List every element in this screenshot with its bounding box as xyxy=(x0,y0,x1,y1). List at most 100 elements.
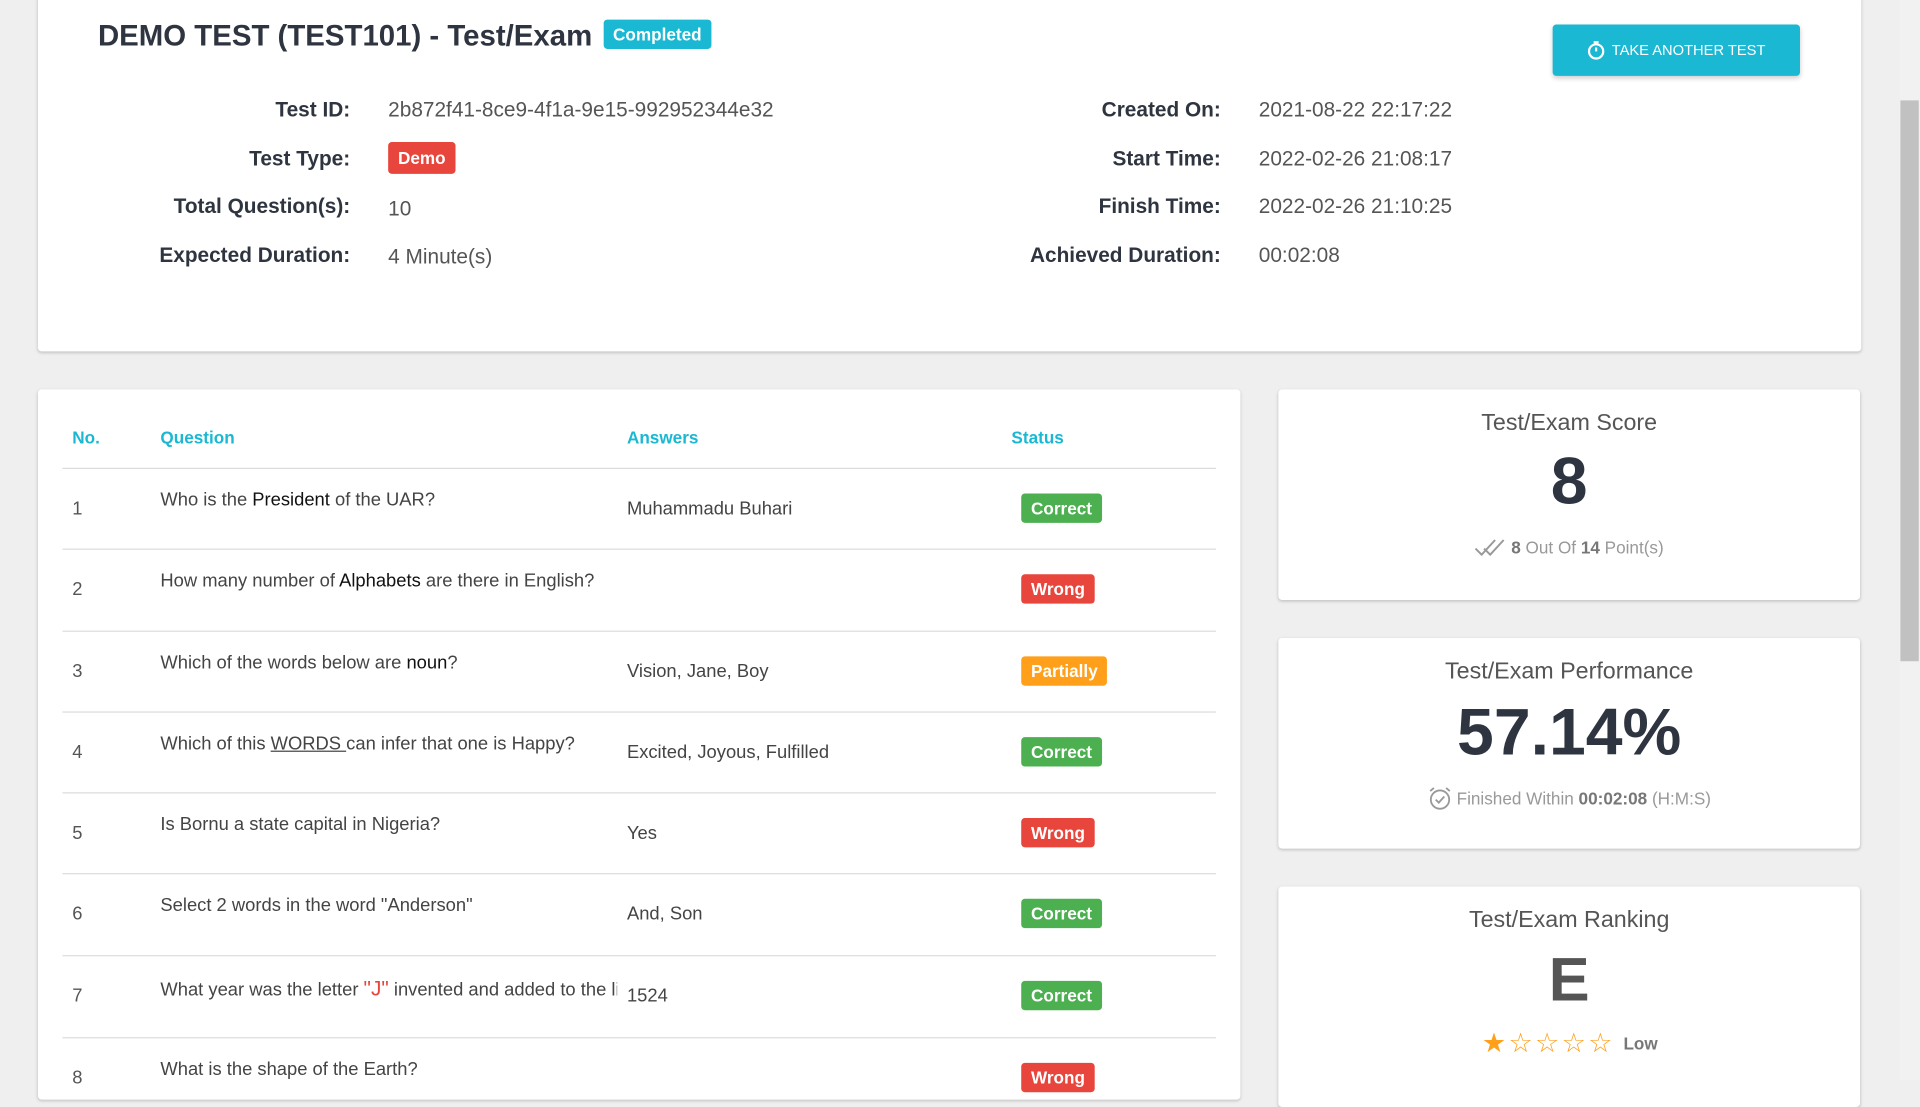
question-number: 1 xyxy=(72,498,83,520)
question-text-part: Who is the xyxy=(160,489,253,511)
test-id-value: 2b872f41-8ce9-4f1a-9e15-992952344e32 xyxy=(388,97,774,122)
status-badge: Completed xyxy=(603,19,712,49)
performance-title: Test/Exam Performance xyxy=(1445,658,1694,685)
column-header-question[interactable]: Question xyxy=(160,427,234,447)
question-text-part: What year was the letter xyxy=(160,979,364,1001)
status-cell: Correct xyxy=(1021,493,1102,523)
answer-text: Excited, Joyous, Fulfilled xyxy=(626,742,830,763)
table-row: 6 Select 2 words in the word "Anderson" … xyxy=(62,873,1216,955)
question-number: 3 xyxy=(72,661,83,683)
score-points: 8 Out Of 14 Point(s) xyxy=(1278,537,1860,558)
question-text-part: can infer that one is Happy? xyxy=(346,733,575,755)
total-questions-label: Total Question(s): xyxy=(173,194,351,218)
column-header-status[interactable]: Status xyxy=(1011,427,1063,447)
question-number: 4 xyxy=(72,742,83,763)
question-highlight: Alphabets xyxy=(339,570,421,592)
answer-text: Muhammadu Buhari xyxy=(626,498,793,520)
finish-time-value: 2022-02-26 21:10:25 xyxy=(1258,194,1453,218)
test-summary-card: DEMO TEST (TEST101) - Test/Exam Complete… xyxy=(37,0,1862,352)
star-empty-icon: ☆ xyxy=(1508,1027,1533,1058)
table-row: 7 What year was the letter "J" invented … xyxy=(62,955,1216,1037)
title-row: DEMO TEST (TEST101) - Test/Exam Complete… xyxy=(97,19,712,54)
ranking-card: Test/Exam Ranking E ★ ☆ ☆ ☆ ☆ Low xyxy=(1278,886,1861,1107)
questions-table-card: No. Question Answers Status 1 Who is the… xyxy=(37,389,1241,1100)
total-questions-value: 10 xyxy=(388,197,412,221)
question-text-part: Which of this xyxy=(160,733,271,755)
test-type-label: Test Type: xyxy=(249,146,351,171)
score-obtained: 8 xyxy=(1511,537,1521,558)
double-check-icon xyxy=(1475,539,1505,557)
question-text: Select 2 words in the word "Anderson" xyxy=(160,895,473,916)
score-card: Test/Exam Score 8 8 Out Of 14 Point(s) xyxy=(1278,389,1861,601)
question-number: 8 xyxy=(72,1067,83,1089)
vertical-scrollbar[interactable] xyxy=(1899,0,1920,1081)
status-cell: Correct xyxy=(1021,737,1102,767)
test-type-value: Demo xyxy=(388,142,456,174)
answer-text: And, Son xyxy=(626,903,703,925)
table-row: 5 Is Bornu a state capital in Nigeria? Y… xyxy=(62,792,1216,874)
duration-unit-text: (H:M:S) xyxy=(1647,788,1711,809)
question-underlined-word: WORDS xyxy=(270,733,347,755)
question-text: What year was the letter "J" invented an… xyxy=(160,977,617,1001)
question-text-part: of the UAR? xyxy=(329,489,436,511)
ranking-stars: ★ ☆ ☆ ☆ ☆ Low xyxy=(1278,1027,1860,1058)
table-row: 8 What is the shape of the Earth? Wrong xyxy=(62,1037,1216,1099)
question-text: Is Bornu a state capital in Nigeria? xyxy=(160,814,441,836)
table-row: 2 How many number of Alphabets are there… xyxy=(62,548,1216,631)
finished-duration: 00:02:08 xyxy=(1578,788,1648,809)
question-text-part: ? xyxy=(447,652,458,674)
score-out-of-text: Out Of xyxy=(1520,537,1581,558)
status-cell: Partially xyxy=(1021,656,1108,686)
question-text-part: are there in English? xyxy=(420,570,595,592)
table-row: 3 Which of the words below are noun? Vis… xyxy=(62,630,1216,713)
question-text: How many number of Alphabets are there i… xyxy=(160,571,617,592)
score-total: 14 xyxy=(1580,537,1600,558)
start-time-value: 2022-02-26 21:08:17 xyxy=(1258,146,1453,171)
status-cell: Wrong xyxy=(1021,817,1095,848)
status-badge-partially: Partially xyxy=(1021,656,1108,686)
question-text: Which of this WORDS can infer that one i… xyxy=(160,733,617,754)
column-header-no[interactable]: No. xyxy=(72,427,100,447)
status-badge-correct: Correct xyxy=(1021,980,1102,1011)
question-red-letter: "J" xyxy=(363,977,389,1001)
test-id-label: Test ID: xyxy=(275,97,351,122)
expected-duration-label: Expected Duration: xyxy=(159,243,351,267)
page-title: DEMO TEST (TEST101) - Test/Exam xyxy=(97,19,593,53)
status-cell: Wrong xyxy=(1021,1062,1095,1093)
status-badge-wrong: Wrong xyxy=(1021,1062,1095,1093)
stopwatch-icon xyxy=(1588,41,1605,60)
status-badge-correct: Correct xyxy=(1021,737,1102,767)
question-highlight: President xyxy=(252,489,330,511)
ranking-grade: E xyxy=(1548,945,1590,1014)
take-another-test-button[interactable]: TAKE ANOTHER TEST xyxy=(1552,24,1801,76)
performance-duration: Finished Within 00:02:08 (H:M:S) xyxy=(1278,786,1860,810)
take-another-test-label: TAKE ANOTHER TEST xyxy=(1611,41,1766,59)
question-highlight: noun xyxy=(406,652,448,674)
status-badge-correct: Correct xyxy=(1021,898,1102,929)
question-text: What is the shape of the Earth? xyxy=(160,1059,418,1081)
question-number: 7 xyxy=(72,985,83,1007)
question-number: 6 xyxy=(72,903,83,925)
question-number: 2 xyxy=(72,579,83,601)
score-title: Test/Exam Score xyxy=(1481,410,1658,436)
performance-card: Test/Exam Performance 57.14% Finished Wi… xyxy=(1278,637,1861,849)
scrollbar-thumb[interactable] xyxy=(1900,100,1919,662)
created-on-value: 2021-08-22 22:17:22 xyxy=(1258,97,1453,122)
expected-duration-value: 4 Minute(s) xyxy=(388,244,493,269)
question-text: Who is the President of the UAR? xyxy=(160,490,617,511)
star-empty-icon: ☆ xyxy=(1535,1027,1560,1058)
column-header-answers[interactable]: Answers xyxy=(627,427,698,447)
achieved-duration-label: Achieved Duration: xyxy=(1029,243,1221,267)
score-points-text: Point(s) xyxy=(1599,537,1664,558)
answer-text: 1524 xyxy=(626,985,668,1007)
finish-time-label: Finish Time: xyxy=(1098,194,1221,218)
question-number: 5 xyxy=(72,822,83,844)
performance-value: 57.14% xyxy=(1457,695,1682,769)
status-cell: Correct xyxy=(1021,980,1102,1011)
question-text-part: How many number of xyxy=(160,570,340,592)
status-badge-correct: Correct xyxy=(1021,493,1102,523)
question-text: Which of the words below are noun? xyxy=(160,653,617,674)
achieved-duration-value: 00:02:08 xyxy=(1258,243,1340,267)
status-badge-wrong: Wrong xyxy=(1021,574,1095,604)
star-empty-icon: ☆ xyxy=(1561,1027,1586,1058)
